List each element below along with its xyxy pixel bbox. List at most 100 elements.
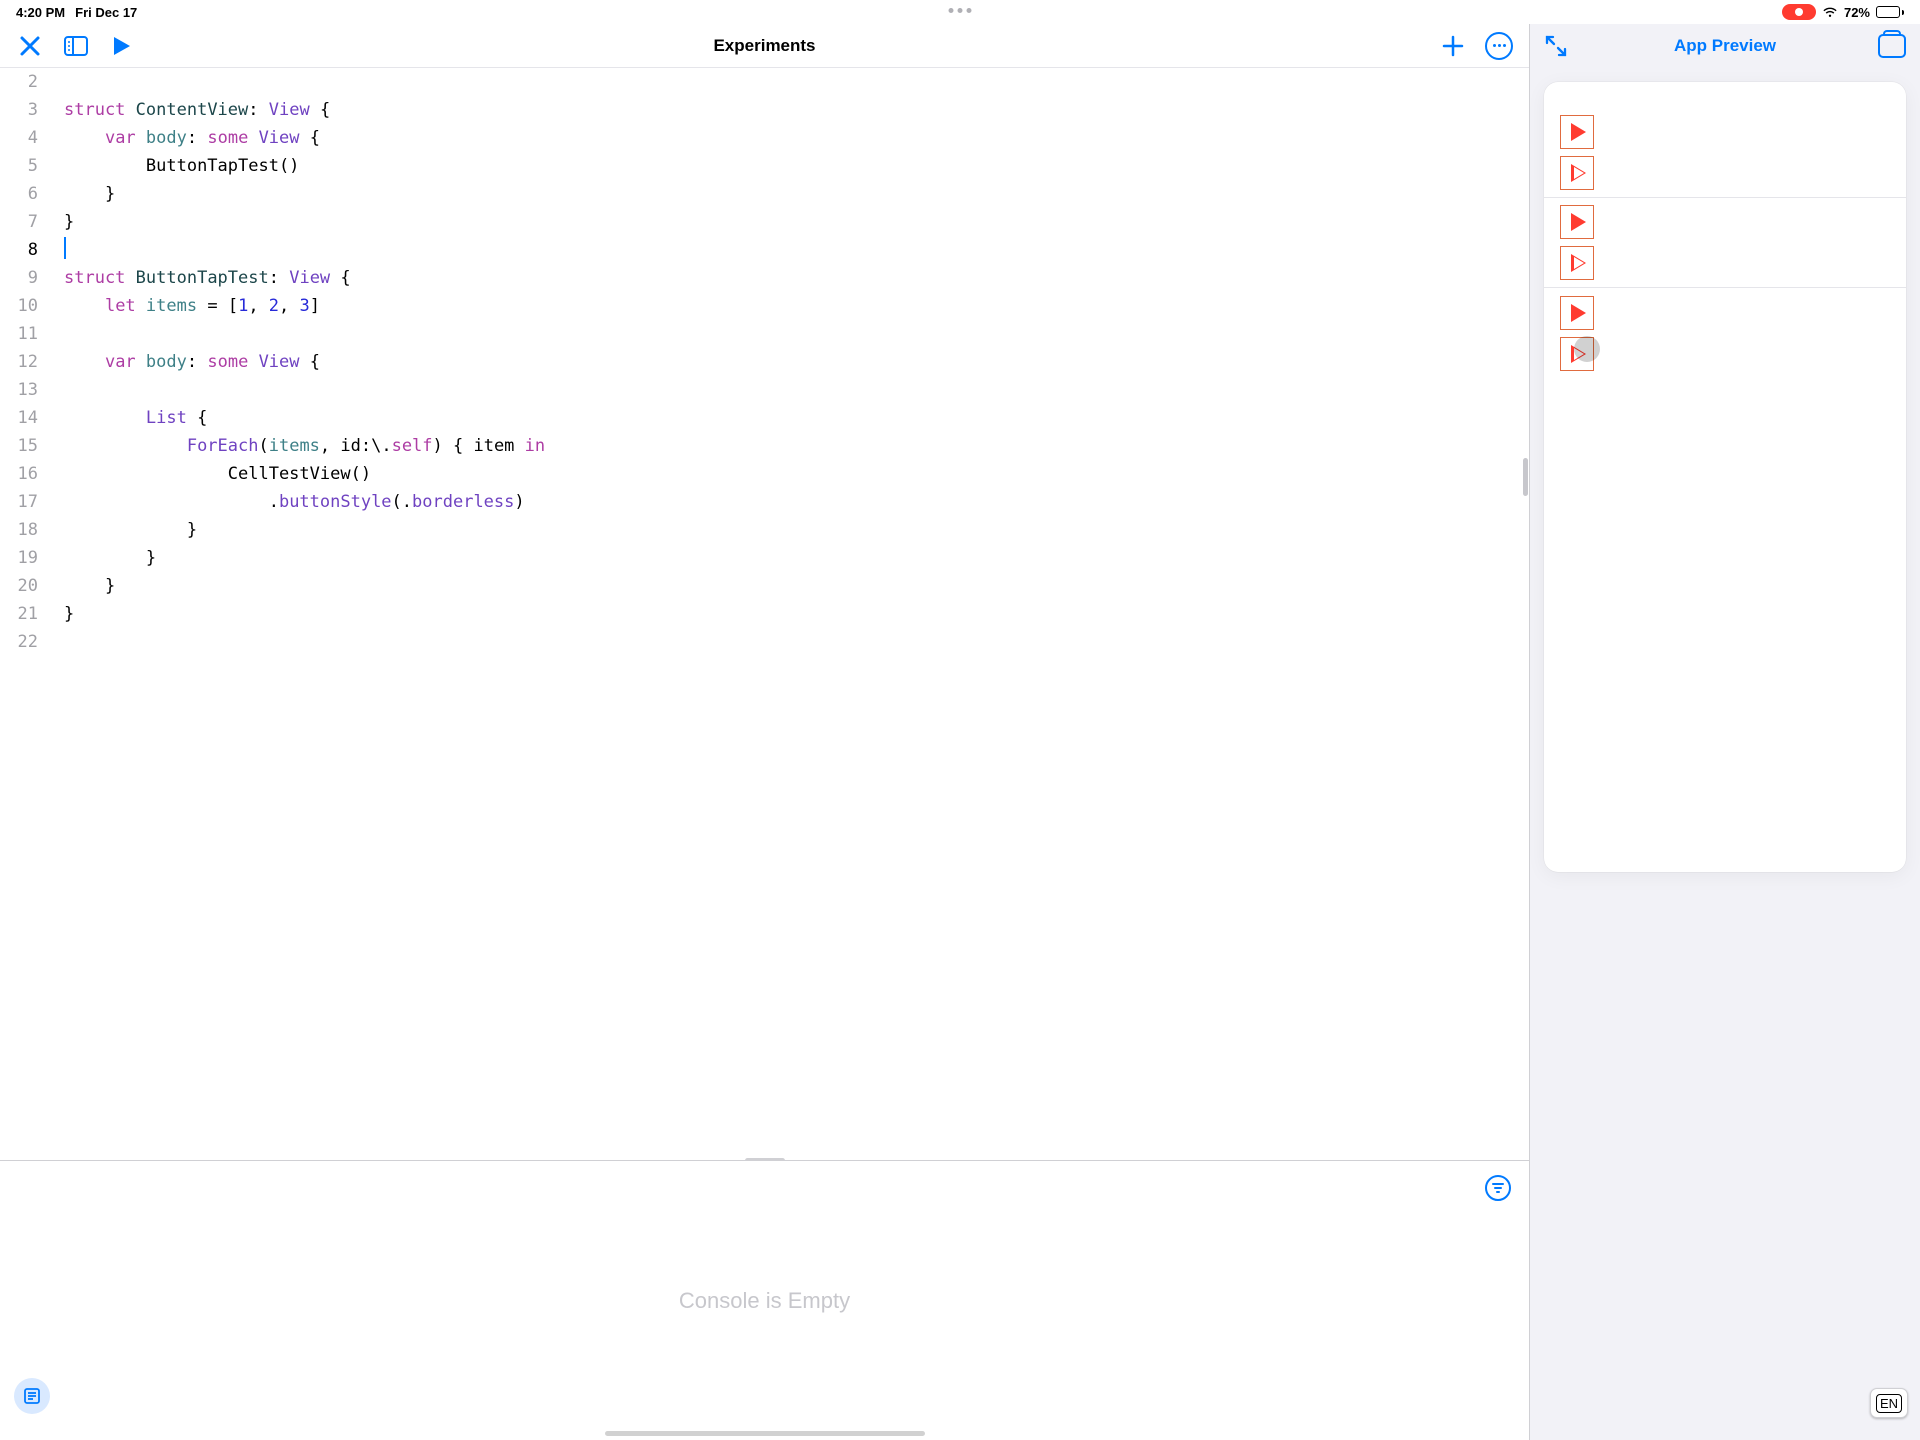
code-line[interactable]: 16 CellTestView() xyxy=(0,460,1529,488)
code-content[interactable]: var body: some View { xyxy=(50,124,320,152)
play-filled-icon xyxy=(1571,123,1586,141)
battery-percent: 72% xyxy=(1844,5,1870,20)
code-content[interactable]: } xyxy=(50,516,197,544)
code-content[interactable]: } xyxy=(50,180,115,208)
wifi-icon xyxy=(1822,6,1838,18)
line-number: 12 xyxy=(0,348,50,376)
code-content[interactable]: CellTestView() xyxy=(50,460,371,488)
line-number: 6 xyxy=(0,180,50,208)
run-button[interactable] xyxy=(108,32,136,60)
code-line[interactable]: 19 } xyxy=(0,544,1529,572)
close-button[interactable] xyxy=(16,32,44,60)
code-line[interactable]: 3struct ContentView: View { xyxy=(0,96,1529,124)
code-line[interactable]: 9struct ButtonTapTest: View { xyxy=(0,264,1529,292)
code-line[interactable]: 14 List { xyxy=(0,404,1529,432)
preview-pane: App Preview EN xyxy=(1530,24,1920,1440)
code-line[interactable]: 8 xyxy=(0,236,1529,264)
console-empty-label: Console is Empty xyxy=(679,1288,850,1314)
play-outline-icon xyxy=(1571,164,1586,182)
code-line[interactable]: 11 xyxy=(0,320,1529,348)
code-content[interactable]: List { xyxy=(50,404,207,432)
code-content[interactable] xyxy=(50,236,66,264)
code-content[interactable]: } xyxy=(50,600,74,628)
code-line[interactable]: 6 } xyxy=(0,180,1529,208)
project-title: Experiments xyxy=(0,36,1529,56)
play-outline-icon xyxy=(1571,254,1586,272)
code-line[interactable]: 5 ButtonTapTest() xyxy=(0,152,1529,180)
code-line[interactable]: 21} xyxy=(0,600,1529,628)
line-number: 10 xyxy=(0,292,50,320)
code-line[interactable]: 13 xyxy=(0,376,1529,404)
status-time: 4:20 PM xyxy=(16,5,65,20)
code-content[interactable] xyxy=(50,628,64,656)
play-filled-button[interactable] xyxy=(1560,296,1594,330)
add-button[interactable] xyxy=(1439,32,1467,60)
battery-icon xyxy=(1876,6,1904,18)
play-outline-button[interactable] xyxy=(1560,156,1594,190)
line-number: 7 xyxy=(0,208,50,236)
console-filter-button[interactable] xyxy=(1485,1175,1511,1201)
multitask-handle-icon[interactable] xyxy=(949,8,972,13)
code-content[interactable]: .buttonStyle(.borderless) xyxy=(50,488,525,516)
code-content[interactable]: } xyxy=(50,572,115,600)
code-editor[interactable]: 23struct ContentView: View {4 var body: … xyxy=(0,68,1529,1160)
line-number: 16 xyxy=(0,460,50,488)
preview-canvas[interactable] xyxy=(1544,82,1906,872)
line-number: 4 xyxy=(0,124,50,152)
code-content[interactable] xyxy=(50,376,64,404)
status-bar: 4:20 PM Fri Dec 17 72% xyxy=(0,0,1920,24)
preview-tabs-button[interactable] xyxy=(1878,34,1906,58)
home-indicator[interactable] xyxy=(605,1431,925,1436)
list-item[interactable] xyxy=(1544,108,1906,198)
play-outline-button[interactable] xyxy=(1560,246,1594,280)
more-button[interactable] xyxy=(1485,32,1513,60)
code-content[interactable]: } xyxy=(50,544,156,572)
code-line[interactable]: 20 } xyxy=(0,572,1529,600)
screen-recording-indicator[interactable] xyxy=(1782,4,1816,20)
line-number: 15 xyxy=(0,432,50,460)
code-line[interactable]: 2 xyxy=(0,68,1529,96)
preview-title: App Preview xyxy=(1530,36,1920,56)
keyboard-language-button[interactable]: EN xyxy=(1870,1388,1908,1418)
play-filled-icon xyxy=(1571,213,1586,231)
code-content[interactable]: } xyxy=(50,208,74,236)
code-line[interactable]: 17 .buttonStyle(.borderless) xyxy=(0,488,1529,516)
scrollbar-thumb[interactable] xyxy=(1523,458,1528,496)
line-number: 18 xyxy=(0,516,50,544)
line-number: 8 xyxy=(0,236,50,264)
code-content[interactable]: var body: some View { xyxy=(50,348,320,376)
list-item[interactable] xyxy=(1544,198,1906,288)
line-number: 13 xyxy=(0,376,50,404)
play-filled-icon xyxy=(1571,304,1586,322)
line-number: 9 xyxy=(0,264,50,292)
code-content[interactable] xyxy=(50,320,64,348)
play-filled-button[interactable] xyxy=(1560,205,1594,239)
code-line[interactable]: 10 let items = [1, 2, 3] xyxy=(0,292,1529,320)
sidebar-toggle-button[interactable] xyxy=(62,32,90,60)
code-line[interactable]: 15 ForEach(items, id:\.self) { item in xyxy=(0,432,1529,460)
code-line[interactable]: 7} xyxy=(0,208,1529,236)
text-cursor xyxy=(64,237,66,259)
line-number: 17 xyxy=(0,488,50,516)
code-content[interactable]: struct ButtonTapTest: View { xyxy=(50,264,351,292)
code-line[interactable]: 22 xyxy=(0,628,1529,656)
code-content[interactable] xyxy=(50,68,64,96)
console-panel: Console is Empty xyxy=(0,1160,1529,1440)
list-item[interactable] xyxy=(1544,288,1906,378)
editor-pane: Experiments 23struct ContentView: View {… xyxy=(0,24,1530,1440)
line-number: 20 xyxy=(0,572,50,600)
preview-toolbar: App Preview xyxy=(1530,24,1920,68)
play-filled-button[interactable] xyxy=(1560,115,1594,149)
code-content[interactable]: let items = [1, 2, 3] xyxy=(50,292,320,320)
line-number: 3 xyxy=(0,96,50,124)
documentation-button[interactable] xyxy=(14,1378,50,1414)
line-number: 21 xyxy=(0,600,50,628)
code-content[interactable]: ForEach(items, id:\.self) { item in xyxy=(50,432,545,460)
editor-toolbar: Experiments xyxy=(0,24,1529,68)
line-number: 2 xyxy=(0,68,50,96)
code-content[interactable]: ButtonTapTest() xyxy=(50,152,299,180)
code-line[interactable]: 4 var body: some View { xyxy=(0,124,1529,152)
code-line[interactable]: 18 } xyxy=(0,516,1529,544)
code-line[interactable]: 12 var body: some View { xyxy=(0,348,1529,376)
code-content[interactable]: struct ContentView: View { xyxy=(50,96,330,124)
